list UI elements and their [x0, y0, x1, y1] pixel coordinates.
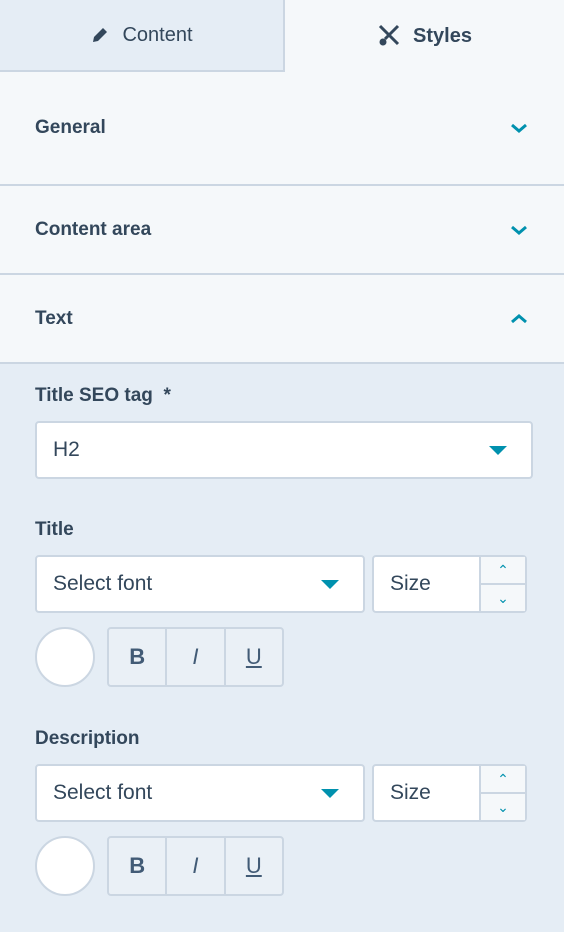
title-font-select[interactable]: Select font	[35, 555, 365, 613]
description-size-stepper: ⌃ ⌄	[479, 766, 525, 820]
chevron-down-icon	[511, 123, 527, 133]
section-general[interactable]: General	[0, 72, 564, 186]
brush-icon	[378, 24, 400, 46]
title-label: Title	[35, 519, 74, 540]
tab-bar: Content Styles	[0, 0, 564, 72]
section-content-area[interactable]: Content area	[0, 186, 564, 275]
increment-chevron-up-icon[interactable]: ⌃	[481, 766, 525, 792]
title-format-group: B I U	[107, 627, 284, 687]
increment-chevron-up-icon[interactable]: ⌃	[481, 557, 525, 583]
title-size-input[interactable]: Size ⌃ ⌄	[372, 555, 527, 613]
underline-button[interactable]: U	[223, 629, 282, 685]
bold-button[interactable]: B	[109, 629, 165, 685]
seo-tag-select[interactable]: H2	[35, 421, 533, 479]
section-text[interactable]: Text	[0, 275, 564, 364]
italic-button[interactable]: I	[165, 838, 223, 894]
title-size-stepper: ⌃ ⌄	[479, 557, 525, 611]
chevron-up-icon	[511, 313, 527, 323]
dropdown-caret-icon	[321, 580, 339, 589]
dropdown-caret-icon	[321, 789, 339, 798]
dropdown-caret-icon	[489, 446, 507, 455]
description-label: Description	[35, 728, 140, 749]
title-color-picker[interactable]	[35, 627, 95, 687]
tab-content[interactable]: Content	[0, 0, 285, 72]
description-format-group: B I U	[107, 836, 284, 896]
underline-button[interactable]: U	[223, 838, 282, 894]
pencil-icon	[93, 28, 108, 42]
chevron-down-icon	[511, 225, 527, 235]
decrement-chevron-down-icon[interactable]: ⌄	[481, 792, 525, 820]
description-font-select[interactable]: Select font	[35, 764, 365, 822]
decrement-chevron-down-icon[interactable]: ⌄	[481, 583, 525, 611]
description-size-input[interactable]: Size ⌃ ⌄	[372, 764, 527, 822]
tab-styles[interactable]: Styles	[285, 0, 564, 72]
seo-tag-label: Title SEO tag *	[35, 385, 171, 406]
description-color-picker[interactable]	[35, 836, 95, 896]
italic-button[interactable]: I	[165, 629, 223, 685]
bold-button[interactable]: B	[109, 838, 165, 894]
